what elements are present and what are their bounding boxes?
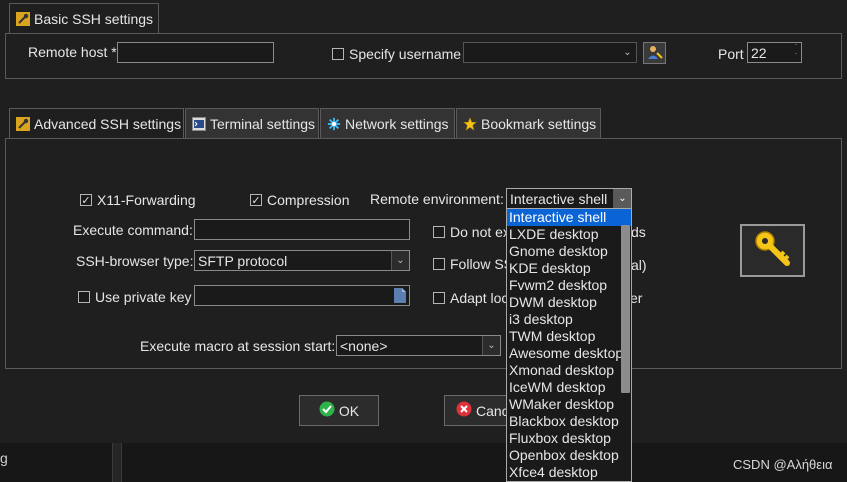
use-private-key-box[interactable] [78,291,90,303]
compression-box[interactable]: ✓ [250,194,262,207]
dropdown-option[interactable]: WMaker desktop [507,396,631,413]
tab-bookmark-label: Bookmark settings [481,115,597,132]
cancel-label: Cance [476,402,506,419]
dropdown-option[interactable]: Gnome desktop [507,243,631,260]
adapt-locale-box[interactable] [433,292,445,304]
specify-username-label: Specify username [349,46,462,62]
terminal-icon [192,116,206,131]
use-private-key-label: Use private key [95,289,192,305]
dropdown-option[interactable]: Blackbox desktop [507,413,631,430]
specify-username-checkbox[interactable]: Specify username [332,46,461,62]
watermark: CSDN @Αλήθεια [733,457,833,472]
dropdown-option[interactable]: LXDE desktop [507,226,631,243]
star-icon [463,116,477,131]
dropdown-option[interactable]: KDE desktop [507,260,631,277]
remote-host-input[interactable] [117,42,274,63]
do-not-exit-label-tail: ds [631,224,646,240]
dropdown-option[interactable]: Fluxbox desktop [507,430,631,447]
key-icon-panel [740,224,805,277]
tab-network-label: Network settings [345,115,449,132]
tab-advanced-ssh-settings[interactable]: Advanced SSH settings [9,108,184,139]
do-not-exit-checkbox[interactable]: Do not ex [433,224,510,240]
wrench-icon [16,117,30,131]
adapt-locale-checkbox[interactable]: Adapt loc [433,290,508,306]
do-not-exit-label: Do not ex [450,224,510,240]
ok-label: OK [338,402,360,419]
tab-basic-ssh-settings[interactable]: Basic SSH settings [9,3,159,34]
remote-environment-label: Remote environment: [370,191,504,207]
tab-basic-label: Basic SSH settings [34,11,154,27]
dropdown-option[interactable]: TWM desktop [507,328,631,345]
follow-ssh-path-label-tail: al) [631,257,647,273]
dropdown-option[interactable]: i3 desktop [507,311,631,328]
port-label: Port [718,46,744,62]
remote-environment-value: Interactive shell [510,190,608,207]
network-icon [327,117,341,131]
tab-terminal-label: Terminal settings [210,115,316,132]
spin-arrows-icon[interactable]: ˙ ˙ [795,44,798,62]
chevron-down-icon[interactable]: ⌄ [613,189,631,208]
username-combo[interactable]: ⌄ [463,42,637,63]
x11-forwarding-label: X11-Forwarding [97,192,196,208]
tab-advanced-label: Advanced SSH settings [34,116,182,132]
remote-host-label: Remote host * [28,44,117,60]
do-not-exit-box[interactable] [433,226,445,238]
cancel-circle-icon [456,401,472,420]
dropdown-option[interactable]: DWM desktop [507,294,631,311]
bottom-bar: g CSDN @Αλήθεια [0,443,847,482]
dropdown-option[interactable]: Fvwm2 desktop [507,277,631,294]
remote-environment-select[interactable]: Interactive shell ⌄ [506,188,632,209]
dropdown-option[interactable]: Xmonad desktop [507,362,631,379]
compression-label: Compression [267,192,350,208]
private-key-input[interactable] [194,285,410,306]
dropdown-option[interactable]: IceWM desktop [507,379,631,396]
user-icon [647,44,663,63]
dropdown-option[interactable]: Openbox desktop [507,447,631,464]
execute-macro-select[interactable]: <none> ⌄ [336,335,501,356]
chevron-down-icon[interactable]: ⌄ [482,336,500,355]
follow-ssh-path-box[interactable] [433,258,445,270]
execute-macro-value: <none> [340,337,388,354]
bottom-left-text: g [0,450,8,466]
port-spinbox[interactable]: 22 ˙ ˙ [747,42,802,63]
follow-ssh-path-label: Follow SS [450,256,514,272]
dropdown-scrollbar[interactable] [621,225,630,393]
dropdown-option[interactable]: Awesome desktop [507,345,631,362]
compression-checkbox[interactable]: ✓ Compression [250,192,349,208]
cancel-button[interactable]: Cance [444,395,506,426]
wrench-icon [16,12,30,26]
execute-command-label: Execute command: [73,222,193,238]
check-circle-icon [319,401,335,420]
execute-command-input[interactable] [194,219,410,240]
dropdown-option[interactable]: Xfce4 desktop [507,464,631,481]
tab-terminal-settings[interactable]: Terminal settings [185,108,319,138]
bottom-panel-separator [112,443,122,482]
execute-macro-label: Execute macro at session start: [140,338,336,354]
port-value: 22 [751,44,767,61]
follow-ssh-path-checkbox[interactable]: Follow SS [433,256,513,272]
adapt-locale-label: Adapt loc [450,290,509,306]
ssh-browser-type-label: SSH-browser type: [76,253,194,269]
ok-button[interactable]: OK [299,395,379,426]
dropdown-option[interactable]: Interactive shell [507,209,631,226]
ssh-browser-type-select[interactable]: SFTP protocol ⌄ [194,250,410,271]
user-manager-button[interactable] [643,42,666,64]
tab-bookmark-settings[interactable]: Bookmark settings [456,108,601,138]
file-icon[interactable] [394,288,406,306]
x11-forwarding-box[interactable]: ✓ [80,194,92,207]
remote-environment-dropdown-list[interactable]: Interactive shell LXDE desktop Gnome deskt… [506,208,632,482]
specify-username-box[interactable] [332,48,344,60]
use-private-key-checkbox[interactable]: Use private key [78,289,191,305]
x11-forwarding-checkbox[interactable]: ✓ X11-Forwarding [80,192,196,208]
dropdown-items: Interactive shell LXDE desktop Gnome deskt… [507,209,631,481]
ssh-browser-type-value: SFTP protocol [198,252,288,269]
tab-network-settings[interactable]: Network settings [320,108,455,138]
chevron-down-icon[interactable]: ⌄ [619,43,636,62]
chevron-down-icon[interactable]: ⌄ [391,251,409,270]
key-icon [753,229,793,272]
